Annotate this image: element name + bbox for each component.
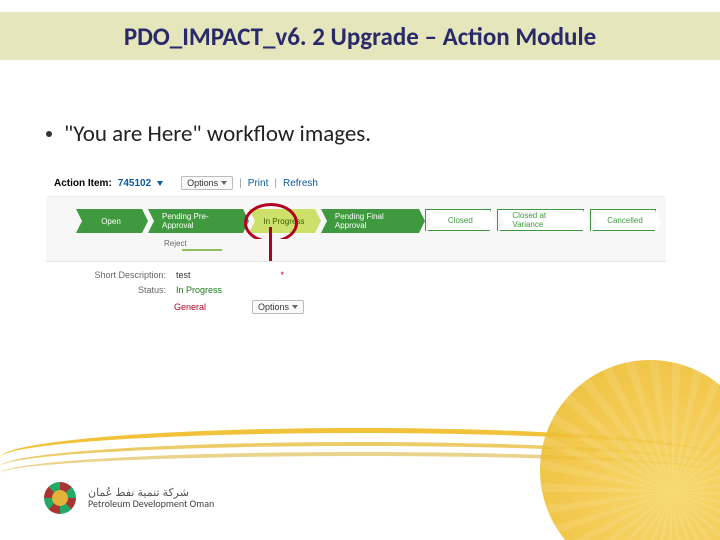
status-label: Status:: [56, 285, 166, 295]
workflow-step-pending-final[interactable]: Pending Final Approval: [321, 209, 419, 233]
workflow-step-open[interactable]: Open: [76, 209, 142, 233]
workflow-wrap: Open Pending Pre-Approval In Progress Pe…: [46, 197, 666, 261]
bullet-row: "You are Here" workflow images.: [46, 120, 371, 148]
company-logo-row: شركة تنمية نفط عُمان Petroleum Developme…: [44, 482, 214, 514]
reject-connector-icon: [182, 249, 222, 251]
bullet-dot-icon: [46, 131, 52, 137]
print-link[interactable]: Print: [248, 178, 269, 189]
workflow-step-closed-variance[interactable]: Closed at Variance: [497, 209, 584, 231]
step-label: In Progress: [263, 217, 304, 226]
title-band: PDO_IMPACT_v6. 2 Upgrade – Action Module: [0, 12, 720, 60]
chevron-down-icon[interactable]: [157, 181, 163, 186]
company-name: شركة تنمية نفط عُمان Petroleum Developme…: [88, 488, 214, 509]
separator: |: [274, 178, 277, 189]
required-asterisk-icon: *: [281, 270, 285, 280]
general-tab[interactable]: General: [174, 302, 206, 312]
step-label: Pending Pre-Approval: [162, 212, 233, 230]
separator: |: [239, 178, 242, 189]
action-item-value[interactable]: 745102: [118, 178, 151, 189]
detail-row-desc: Short Description: test *: [56, 270, 656, 280]
options-label: Options: [258, 302, 289, 312]
status-value: In Progress: [176, 285, 222, 295]
step-label: Open: [101, 217, 121, 226]
slide-title: PDO_IMPACT_v6. 2 Upgrade – Action Module: [124, 21, 596, 52]
chevron-down-icon: [221, 181, 227, 185]
embedded-screenshot: Action Item: 745102 Options | Print | Re…: [46, 170, 666, 324]
workflow-step-closed[interactable]: Closed: [425, 209, 491, 231]
options-dropdown[interactable]: Options: [181, 176, 233, 190]
step-label: Cancelled: [607, 216, 643, 225]
reject-row: Reject: [46, 239, 666, 261]
details-panel: Short Description: test * Status: In Pro…: [46, 261, 666, 324]
workflow-step-cancelled[interactable]: Cancelled: [590, 209, 656, 231]
pdo-logo-icon: [44, 482, 76, 514]
refresh-link[interactable]: Refresh: [283, 178, 318, 189]
action-item-label: Action Item:: [54, 178, 112, 189]
step-label: Closed at Variance: [512, 211, 573, 229]
workflow-step-pending-pre[interactable]: Pending Pre-Approval: [148, 209, 243, 233]
short-desc-value: test: [176, 270, 191, 280]
bullet-text: "You are Here" workflow images.: [64, 120, 371, 148]
general-row: General Options: [56, 300, 656, 314]
step-label: Pending Final Approval: [335, 212, 409, 230]
workflow-step-in-progress[interactable]: In Progress: [249, 209, 315, 233]
workflow-row: Open Pending Pre-Approval In Progress Pe…: [46, 197, 666, 239]
step-label: Closed: [448, 216, 473, 225]
options-label: Options: [187, 178, 218, 188]
screenshot-header: Action Item: 745102 Options | Print | Re…: [46, 170, 666, 197]
options-dropdown-2[interactable]: Options: [252, 300, 304, 314]
short-desc-label: Short Description:: [56, 270, 166, 280]
corner-sun-icon: [540, 360, 720, 540]
chevron-down-icon: [292, 305, 298, 309]
company-name-english: Petroleum Development Oman: [88, 499, 214, 509]
detail-row-status: Status: In Progress: [56, 285, 656, 295]
reject-label: Reject: [164, 239, 187, 248]
